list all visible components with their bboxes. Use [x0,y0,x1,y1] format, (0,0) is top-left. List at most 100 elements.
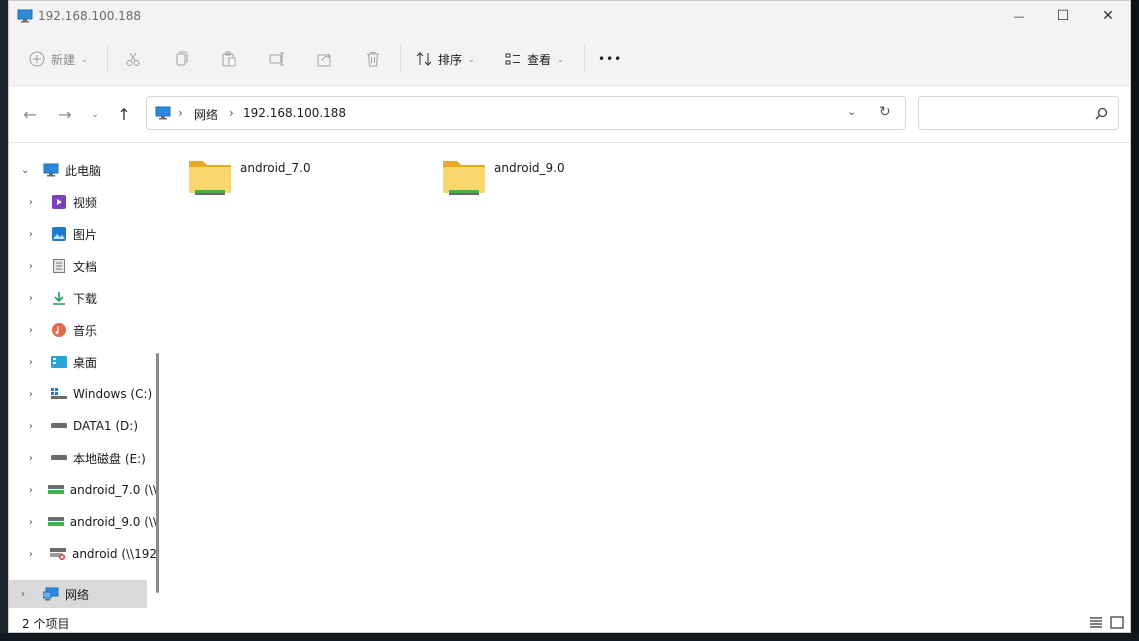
network-icon [43,586,59,602]
large-icons-view-icon[interactable] [1109,614,1125,630]
chevron-down-icon: ⌄ [468,54,475,64]
sidebar-item-label: Windows (C:) [73,387,153,401]
forward-button[interactable]: → [51,102,79,126]
toolbar-divider [107,45,108,73]
chevron-right-icon[interactable]: › [21,589,35,600]
shared-folder-icon [443,161,485,195]
arrow-up-icon: ↑ [117,104,131,124]
navigation-pane: ⌄ 此电脑 › 视频 › 图片 › 文档 › 下载 › 音乐 › 桌面 › Wi… [9,143,164,609]
pictures-icon [51,226,67,242]
minimize-icon: — [1013,9,1025,23]
sidebar-item-music[interactable]: › 音乐 [17,316,157,344]
close-icon: ✕ [1102,8,1114,24]
drive-icon [51,418,67,434]
computer-icon [43,162,59,178]
plus-circle-icon [29,51,45,67]
sidebar-item-drive-d[interactable]: › DATA1 (D:) [17,412,157,440]
view-button[interactable]: 查看 ⌄ [505,45,564,73]
documents-icon [51,258,67,274]
copy-button[interactable] [173,45,189,73]
sidebar-item-network[interactable]: › 网络 [9,580,147,608]
view-label: 查看 [527,52,552,67]
status-bar: 2 个项目 [9,609,1130,632]
sidebar-item-drive-c[interactable]: › Windows (C:) [17,380,157,408]
chevron-right-icon[interactable]: › [29,517,40,528]
view-list-icon [505,53,520,65]
breadcrumb-host[interactable]: 192.168.100.188 [243,106,346,120]
chevron-right-icon[interactable]: › [29,421,43,432]
sidebar-item-label: 桌面 [73,355,98,370]
address-bar[interactable]: › 网络 › 192.168.100.188 ⌄ ↻ [146,96,906,130]
chevron-right-icon[interactable]: › [29,389,43,400]
folder-name: android_9.0 [494,161,565,175]
sidebar-item-android[interactable]: › android (\\192 [17,540,157,568]
cut-button[interactable] [125,45,141,73]
sidebar-item-label: 下载 [73,291,98,306]
desktop-background-bottom [0,633,1139,641]
command-bar: 新建 ⌄ 排序 ⌄ 查看 ⌄ ••• [9,31,1130,86]
minimize-button[interactable]: — [996,1,1042,31]
desktop-background-right [1131,0,1139,641]
breadcrumb-network[interactable]: 网络 [194,106,218,123]
search-box[interactable] [918,96,1119,130]
arrow-right-icon: → [58,104,72,124]
chevron-right-icon[interactable]: › [29,453,43,464]
more-options-button[interactable]: ••• [598,45,622,73]
details-view-icon[interactable] [1088,614,1104,630]
sidebar-item-label: 图片 [73,227,98,242]
chevron-right-icon[interactable]: › [29,485,40,496]
sort-button[interactable]: 排序 ⌄ [416,45,475,73]
sidebar-item-desktop[interactable]: › 桌面 [17,348,157,376]
rename-icon [269,52,284,66]
folder-item[interactable]: android_9.0 [442,157,682,203]
sidebar-item-pictures[interactable]: › 图片 [17,220,157,248]
back-button[interactable]: ← [16,102,44,126]
cut-icon [126,52,140,66]
share-button[interactable] [317,45,333,73]
sidebar-item-documents[interactable]: › 文档 [17,252,157,280]
chevron-right-icon[interactable]: › [29,229,43,240]
refresh-icon[interactable]: ↻ [879,104,891,120]
sort-icon [416,52,432,66]
breadcrumb-separator: › [229,106,234,120]
paste-button[interactable] [221,45,237,73]
recent-locations-button[interactable]: ⌄ [81,102,109,126]
sidebar-item-downloads[interactable]: › 下载 [17,284,157,312]
sidebar-item-android-7[interactable]: › android_7.0 (\\ [17,476,157,504]
chevron-right-icon[interactable]: › [29,549,42,560]
chevron-right-icon[interactable]: › [29,197,43,208]
sidebar-item-this-pc[interactable]: ⌄ 此电脑 [9,156,149,184]
sidebar-item-label: DATA1 (D:) [73,419,139,433]
close-button[interactable]: ✕ [1085,1,1130,31]
toolbar-divider [584,45,585,73]
sidebar-item-videos[interactable]: › 视频 [17,188,157,216]
chevron-down-icon[interactable]: ⌄ [21,165,35,176]
sidebar-item-label: 网络 [65,587,90,602]
sidebar-item-label: 文档 [73,259,98,274]
breadcrumb-separator: › [178,106,183,120]
sidebar-scrollbar[interactable] [156,353,159,593]
title-bar[interactable]: 192.168.100.188 — ☐ ✕ [9,1,1130,31]
drive-icon [51,450,67,466]
delete-button[interactable] [365,45,381,73]
folder-item[interactable]: android_7.0 [188,157,428,203]
chevron-right-icon[interactable]: › [29,293,43,304]
paste-icon [222,51,236,67]
up-button[interactable]: ↑ [110,102,138,126]
rename-button[interactable] [269,45,285,73]
maximize-button[interactable]: ☐ [1040,1,1086,31]
shared-folder-icon [189,161,231,195]
sort-label: 排序 [438,52,463,67]
window-title: 192.168.100.188 [38,9,142,23]
navigation-bar: ← → ⌄ ↑ › 网络 › 192.168.100.188 ⌄ ↻ [9,86,1130,143]
chevron-right-icon[interactable]: › [29,325,43,336]
sidebar-item-label: 视频 [73,195,98,210]
file-list: android_7.0 android_9.0 [164,143,1130,609]
sidebar-item-drive-e[interactable]: › 本地磁盘 (E:) [17,444,157,472]
sidebar-item-label: android (\\192 [71,547,157,561]
new-button[interactable]: 新建 ⌄ [29,45,88,73]
sidebar-item-android-9[interactable]: › android_9.0 (\\ [17,508,157,536]
chevron-right-icon[interactable]: › [29,261,43,272]
chevron-right-icon[interactable]: › [29,357,43,368]
address-history-dropdown[interactable]: ⌄ [847,105,856,118]
